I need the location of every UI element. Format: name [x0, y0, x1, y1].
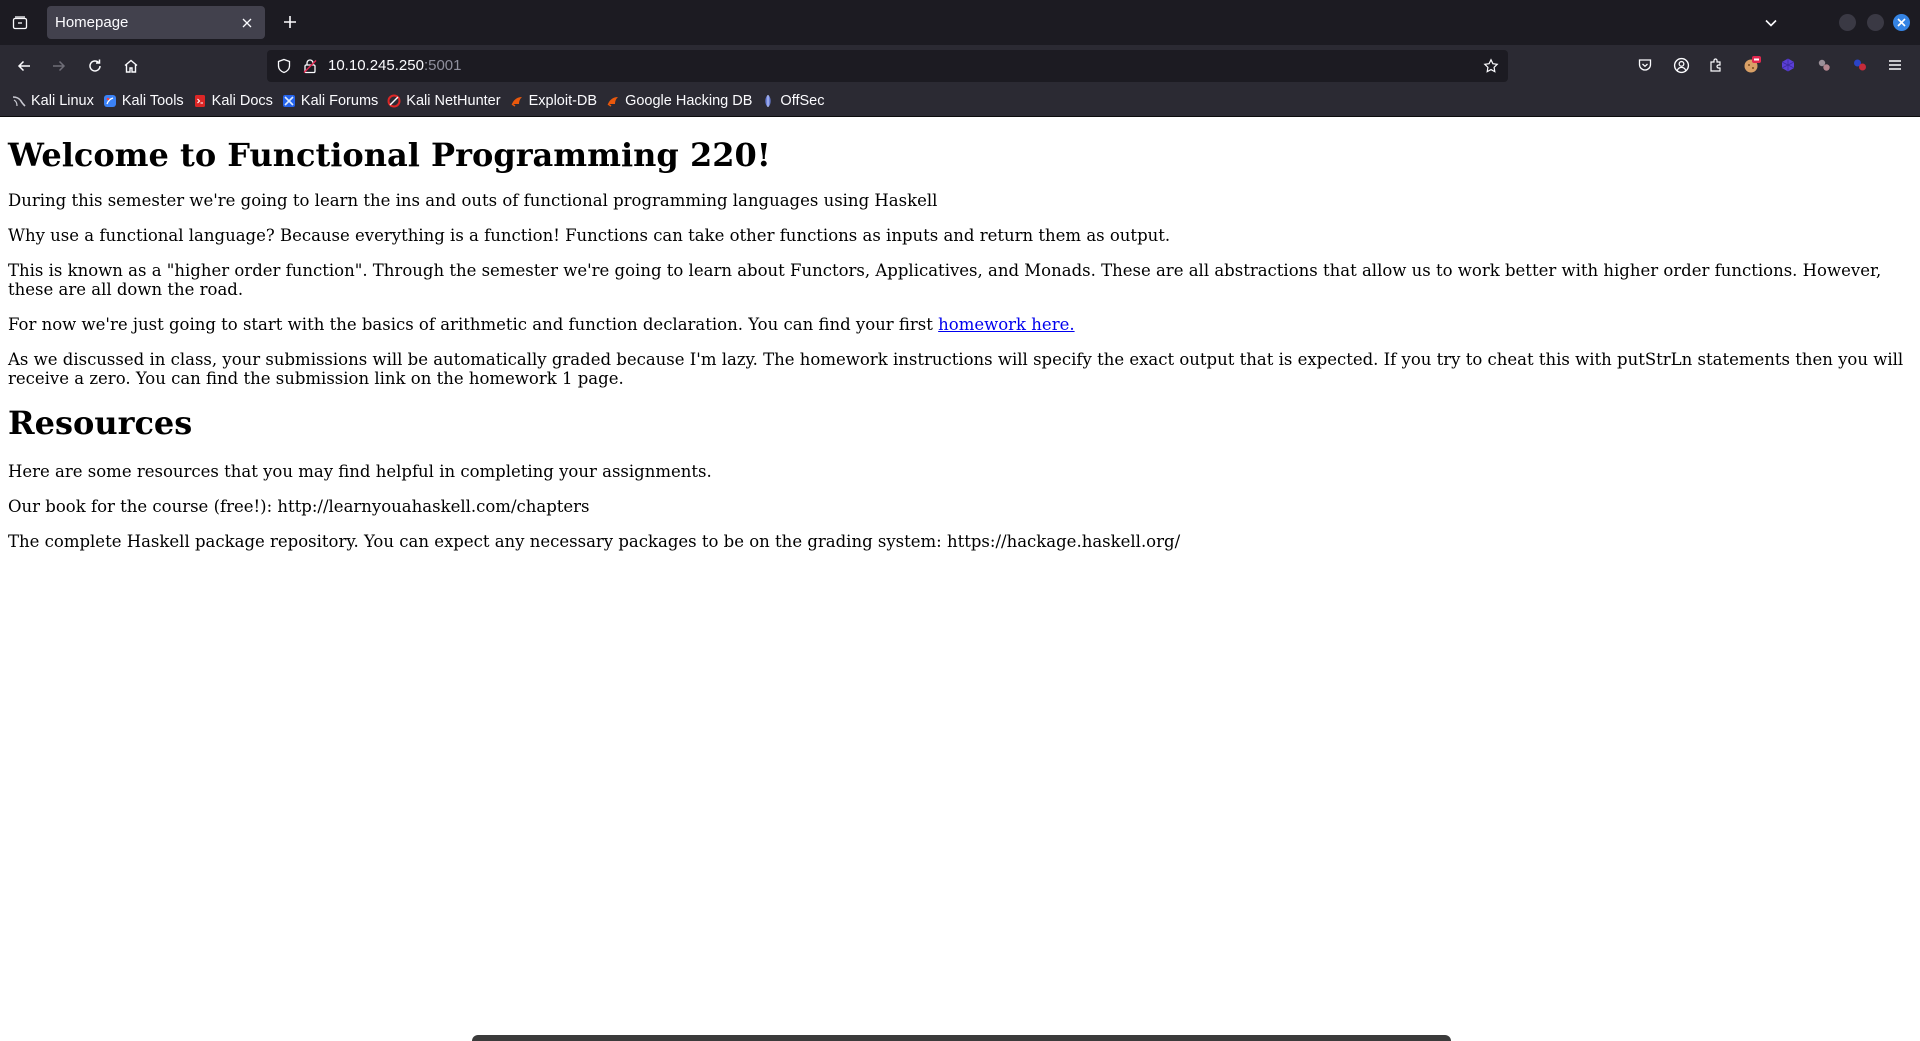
exploit-db-icon	[510, 94, 524, 108]
kali-linux-icon	[12, 94, 26, 108]
homework-paragraph: For now we're just going to start with t…	[8, 315, 1912, 334]
horizontal-scrollbar[interactable]	[472, 1035, 1451, 1041]
forward-icon[interactable]	[46, 53, 72, 79]
cookie-extension-icon[interactable]	[1741, 54, 1763, 76]
bookmark-label: Kali Forums	[300, 93, 379, 109]
maximize-window-button[interactable]	[1867, 14, 1884, 31]
close-icon[interactable]	[239, 15, 255, 31]
bookmark-item[interactable]: Kali Docs	[191, 89, 280, 113]
homework-paragraph-text: For now we're just going to start with t…	[8, 315, 939, 334]
back-icon[interactable]	[11, 53, 37, 79]
menu-icon[interactable]	[1884, 54, 1906, 76]
bookmark-item[interactable]: Exploit-DB	[508, 89, 605, 113]
kali-docs-icon	[193, 94, 207, 108]
reload-icon[interactable]	[82, 53, 108, 79]
bookmark-item[interactable]: Kali NetHunter	[385, 89, 507, 113]
minimize-window-button[interactable]	[1839, 14, 1856, 31]
bookmark-label: Exploit-DB	[528, 93, 598, 109]
kali-forums-icon	[282, 94, 296, 108]
bookmark-label: OffSec	[780, 93, 825, 109]
url-host: 10.10.245.250	[328, 57, 424, 74]
home-icon[interactable]	[118, 53, 144, 79]
bookmark-label: Kali NetHunter	[406, 93, 501, 109]
intro-paragraph: During this semester we're going to lear…	[8, 191, 938, 210]
higher-order-function-paragraph: This is known as a "higher order functio…	[8, 261, 1882, 299]
bookmark-star-icon[interactable]	[1483, 58, 1499, 74]
offsec-icon	[761, 94, 775, 108]
google-hacking-db-icon	[606, 94, 620, 108]
tab-bar: Homepage	[0, 0, 1920, 45]
purple-extension-icon[interactable]	[1777, 54, 1799, 76]
address-bar[interactable]: 10.10.245.250:5001	[267, 50, 1508, 82]
shield-icon[interactable]	[276, 58, 292, 74]
tab-homepage[interactable]: Homepage	[47, 6, 265, 39]
page-title: Welcome to Functional Programming 220!	[8, 136, 771, 174]
bookmark-item[interactable]: Google Hacking DB	[604, 89, 759, 113]
bookmark-item[interactable]: Kali Linux	[10, 89, 101, 113]
extensions-icon[interactable]	[1705, 54, 1727, 76]
url-port: :5001	[423, 57, 462, 74]
bookmark-label: Kali Linux	[31, 93, 94, 109]
chevron-down-icon[interactable]	[1760, 12, 1782, 34]
gray-extension-icon[interactable]	[1813, 54, 1835, 76]
pocket-icon[interactable]	[1634, 54, 1656, 76]
kali-tools-icon	[103, 94, 117, 108]
course-book-resource: Our book for the course (free!): http://…	[8, 497, 590, 516]
close-window-icon	[1897, 18, 1906, 27]
homework-link[interactable]: homework here.	[938, 315, 1074, 334]
bookmark-item[interactable]: OffSec	[759, 89, 831, 113]
account-icon[interactable]	[1670, 54, 1692, 76]
url-text[interactable]: 10.10.245.250:5001	[328, 57, 461, 74]
switcher-extension-icon[interactable]	[1849, 54, 1871, 76]
functional-language-paragraph: Why use a functional language? Because e…	[8, 226, 1171, 245]
tab-title: Homepage	[55, 14, 129, 31]
navigation-toolbar: 10.10.245.250:5001	[0, 45, 1920, 86]
bookmark-label: Kali Docs	[211, 93, 273, 109]
close-window-button[interactable]	[1893, 14, 1910, 31]
grading-paragraph: As we discussed in class, your submissio…	[8, 350, 1904, 388]
page-content: Welcome to Functional Programming 220! D…	[0, 117, 1920, 1041]
resources-heading: Resources	[8, 404, 193, 442]
resources-intro: Here are some resources that you may fin…	[8, 462, 712, 481]
bookmarks-toolbar: Kali Linux Kali Tools Kali Docs Kali For…	[0, 86, 1920, 117]
new-tab-icon[interactable]	[278, 10, 302, 34]
bookmark-label: Google Hacking DB	[625, 93, 753, 109]
bookmark-item[interactable]: Kali Forums	[280, 89, 385, 113]
insecure-lock-icon[interactable]	[302, 58, 318, 74]
bookmark-item[interactable]: Kali Tools	[101, 89, 191, 113]
hackage-resource: The complete Haskell package repository.…	[8, 532, 1181, 551]
bookmark-label: Kali Tools	[121, 93, 184, 109]
tab-list-icon[interactable]	[0, 0, 40, 45]
kali-nethunter-icon	[387, 94, 401, 108]
